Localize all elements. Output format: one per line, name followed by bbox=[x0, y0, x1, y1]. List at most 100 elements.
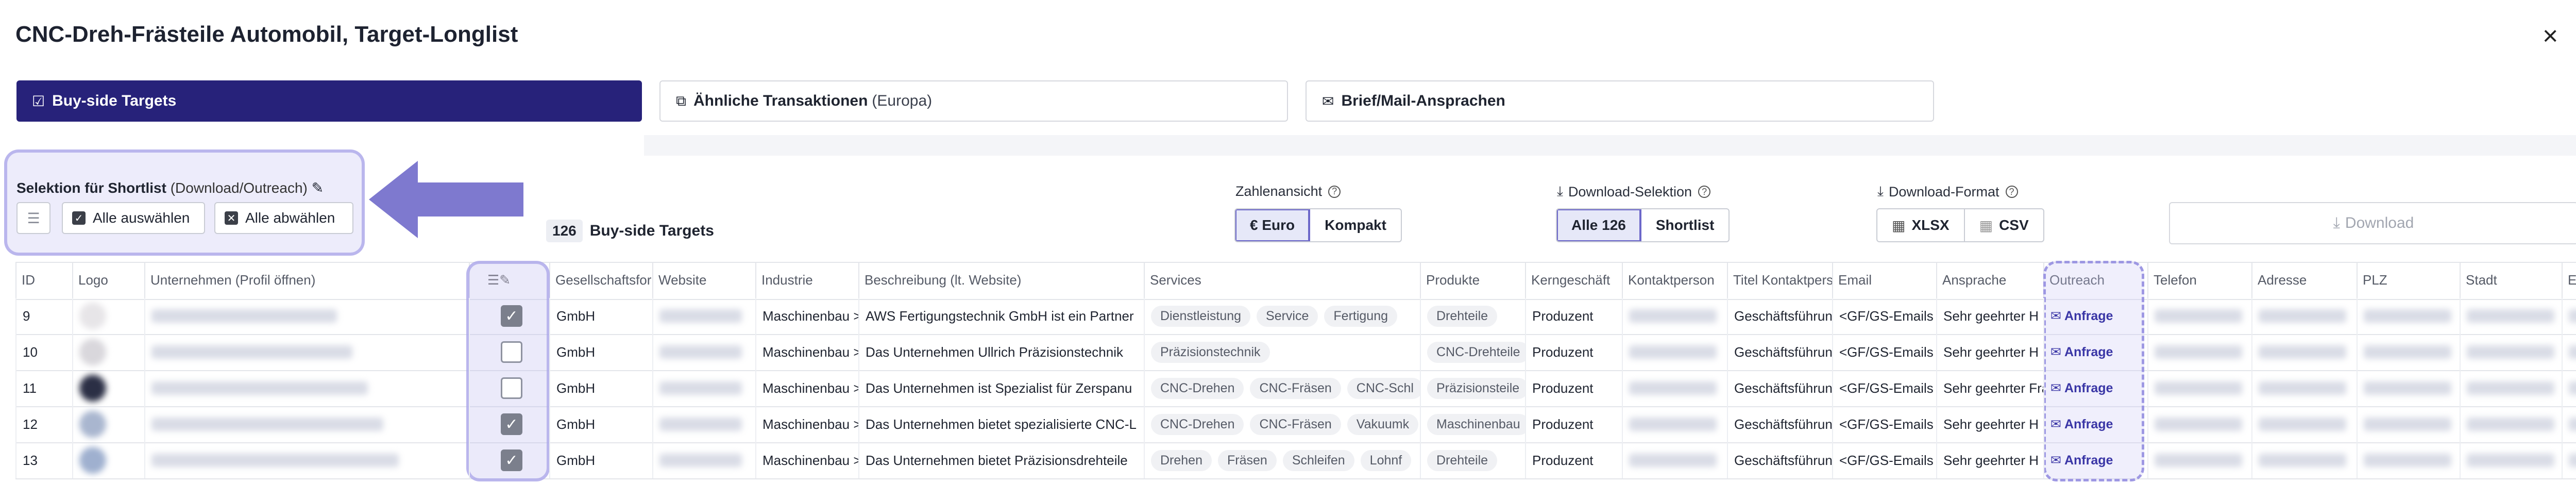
column-header-13[interactable]: Email bbox=[1832, 262, 1936, 298]
checkbox-cell[interactable]: ✓ bbox=[469, 298, 549, 334]
website-cell[interactable] bbox=[652, 298, 755, 334]
column-header-11[interactable]: Kontaktperson bbox=[1622, 262, 1727, 298]
shortlist-checkbox[interactable] bbox=[501, 377, 522, 399]
select-all-button[interactable]: ✓ Alle auswählen bbox=[62, 202, 205, 234]
tab-brief-mail-ansprachen[interactable]: ✉ Brief/Mail-Ansprachen bbox=[1306, 80, 1934, 122]
ansprache-cell: Sehr geehrter H bbox=[1936, 298, 2043, 334]
website-cell[interactable] bbox=[652, 334, 755, 370]
outreach-link[interactable]: ✉ Anfrage bbox=[2050, 380, 2113, 396]
checkbox-cell[interactable] bbox=[469, 370, 549, 406]
outreach-link[interactable]: ✉ Anfrage bbox=[2050, 344, 2113, 360]
kerngeschaeft-cell: Produzent bbox=[1525, 370, 1622, 406]
service-tag: Drehen bbox=[1151, 449, 1212, 471]
redacted-value bbox=[2569, 418, 2576, 431]
deselect-all-button[interactable]: ✕ Alle abwählen bbox=[214, 202, 353, 234]
website-redacted[interactable] bbox=[659, 309, 742, 323]
company-cell[interactable] bbox=[144, 370, 469, 406]
tab-label: Brief/Mail-Ansprachen bbox=[1341, 92, 1505, 109]
column-header-4[interactable]: Gesellschaftsform bbox=[549, 262, 652, 298]
service-tag: CNC-Fräsen bbox=[1250, 413, 1341, 435]
option-xlsx[interactable]: ▦ XLSX bbox=[1877, 209, 1964, 241]
checkbox-cell[interactable]: ✓ bbox=[469, 406, 549, 442]
column-header-6[interactable]: Industrie bbox=[755, 262, 858, 298]
redacted-cell bbox=[2562, 370, 2576, 406]
column-header-10[interactable]: Kerngeschäft bbox=[1525, 262, 1622, 298]
option-shortlist[interactable]: Shortlist bbox=[1641, 209, 1729, 241]
outreach-cell[interactable]: ✉ Anfrage bbox=[2043, 334, 2147, 370]
column-header-14[interactable]: Ansprache bbox=[1936, 262, 2043, 298]
column-header-16[interactable]: Telefon bbox=[2147, 262, 2251, 298]
shortlist-checkbox[interactable] bbox=[501, 341, 522, 363]
website-redacted[interactable] bbox=[659, 454, 742, 467]
outreach-cell[interactable]: ✉ Anfrage bbox=[2043, 406, 2147, 442]
beschreibung-cell: AWS Fertigungstechnik GmbH ist ein Partn… bbox=[858, 298, 1144, 334]
company-name-redacted[interactable] bbox=[151, 309, 337, 323]
column-header-1[interactable]: Logo bbox=[72, 262, 144, 298]
column-header-17[interactable]: Adresse bbox=[2251, 262, 2357, 298]
company-cell[interactable] bbox=[144, 298, 469, 334]
redacted-cell bbox=[2147, 370, 2251, 406]
list-settings-button[interactable]: ☰ bbox=[16, 202, 50, 234]
option-alle[interactable]: Alle 126 bbox=[1557, 209, 1641, 241]
outreach-cell[interactable]: ✉ Anfrage bbox=[2043, 370, 2147, 406]
row-id: 9 bbox=[15, 298, 72, 334]
send-icon: ✉ bbox=[2050, 309, 2064, 323]
shortlist-checkbox[interactable]: ✓ bbox=[501, 305, 522, 327]
download-button[interactable]: ⤓ Download bbox=[2169, 202, 2576, 244]
column-header-18[interactable]: PLZ bbox=[2357, 262, 2460, 298]
outreach-link[interactable]: ✉ Anfrage bbox=[2050, 453, 2113, 468]
column-header-8[interactable]: Services bbox=[1144, 262, 1420, 298]
company-name-redacted[interactable] bbox=[151, 345, 352, 359]
beschreibung-cell: Das Unternehmen bietet Präzisionsdrehtei… bbox=[858, 442, 1144, 478]
contact-redacted bbox=[1629, 381, 1717, 395]
close-icon[interactable]: × bbox=[2543, 23, 2558, 49]
tab-aehnliche-transaktionen[interactable]: ⧉ Ähnliche Transaktionen (Europa) bbox=[659, 80, 1288, 122]
redacted-value bbox=[2259, 454, 2346, 467]
outreach-cell[interactable]: ✉ Anfrage bbox=[2043, 298, 2147, 334]
option-euro[interactable]: € Euro bbox=[1235, 209, 1311, 241]
checkbox-cell[interactable] bbox=[469, 334, 549, 370]
redacted-cell bbox=[2357, 406, 2460, 442]
shortlist-checkbox[interactable]: ✓ bbox=[501, 449, 522, 471]
checkbox-cell[interactable]: ✓ bbox=[469, 442, 549, 478]
redacted-value bbox=[2155, 381, 2242, 395]
option-kompakt[interactable]: Kompakt bbox=[1310, 209, 1401, 241]
company-name-redacted[interactable] bbox=[151, 381, 368, 395]
outreach-cell[interactable]: ✉ Anfrage bbox=[2043, 442, 2147, 478]
company-cell[interactable] bbox=[144, 334, 469, 370]
column-header-20[interactable]: E bbox=[2562, 262, 2576, 298]
company-cell[interactable] bbox=[144, 442, 469, 478]
company-name-redacted[interactable] bbox=[151, 454, 399, 467]
company-name-redacted[interactable] bbox=[151, 418, 383, 431]
produkte-cell: Drehteile bbox=[1420, 442, 1525, 478]
tab-buy-side-targets[interactable]: ☑ Buy-side Targets bbox=[16, 80, 642, 122]
column-header-7[interactable]: Beschreibung (lt. Website) bbox=[858, 262, 1144, 298]
kontaktperson-cell bbox=[1622, 334, 1727, 370]
redacted-value bbox=[2569, 454, 2576, 467]
website-cell[interactable] bbox=[652, 406, 755, 442]
help-icon[interactable]: ? bbox=[1698, 186, 1711, 198]
outreach-link[interactable]: ✉ Anfrage bbox=[2050, 308, 2113, 324]
beschreibung-cell: Das Unternehmen ist Spezialist für Zersp… bbox=[858, 370, 1144, 406]
produkte-cell: Maschinenbau bbox=[1420, 406, 1525, 442]
column-header-0[interactable]: ID bbox=[15, 262, 72, 298]
website-redacted[interactable] bbox=[659, 418, 742, 431]
shortlist-checkbox[interactable]: ✓ bbox=[501, 413, 522, 435]
column-header-19[interactable]: Stadt bbox=[2460, 262, 2562, 298]
column-header-2[interactable]: Unternehmen (Profil öffnen) bbox=[144, 262, 469, 298]
table-icon: ▦ bbox=[1979, 217, 1993, 234]
help-icon[interactable]: ? bbox=[2005, 186, 2018, 198]
column-header-5[interactable]: Website bbox=[652, 262, 755, 298]
website-redacted[interactable] bbox=[659, 345, 742, 359]
company-cell[interactable] bbox=[144, 406, 469, 442]
outreach-link[interactable]: ✉ Anfrage bbox=[2050, 417, 2113, 432]
services-cell: Präzisionstechnik bbox=[1144, 334, 1420, 370]
service-tag: CNC-Schl bbox=[1347, 377, 1420, 399]
help-icon[interactable]: ? bbox=[1328, 185, 1341, 198]
website-cell[interactable] bbox=[652, 442, 755, 478]
column-header-9[interactable]: Produkte bbox=[1420, 262, 1525, 298]
column-header-12[interactable]: Titel Kontaktperson bbox=[1727, 262, 1832, 298]
option-csv[interactable]: ▦ CSV bbox=[1963, 209, 2043, 241]
website-redacted[interactable] bbox=[659, 381, 742, 395]
website-cell[interactable] bbox=[652, 370, 755, 406]
